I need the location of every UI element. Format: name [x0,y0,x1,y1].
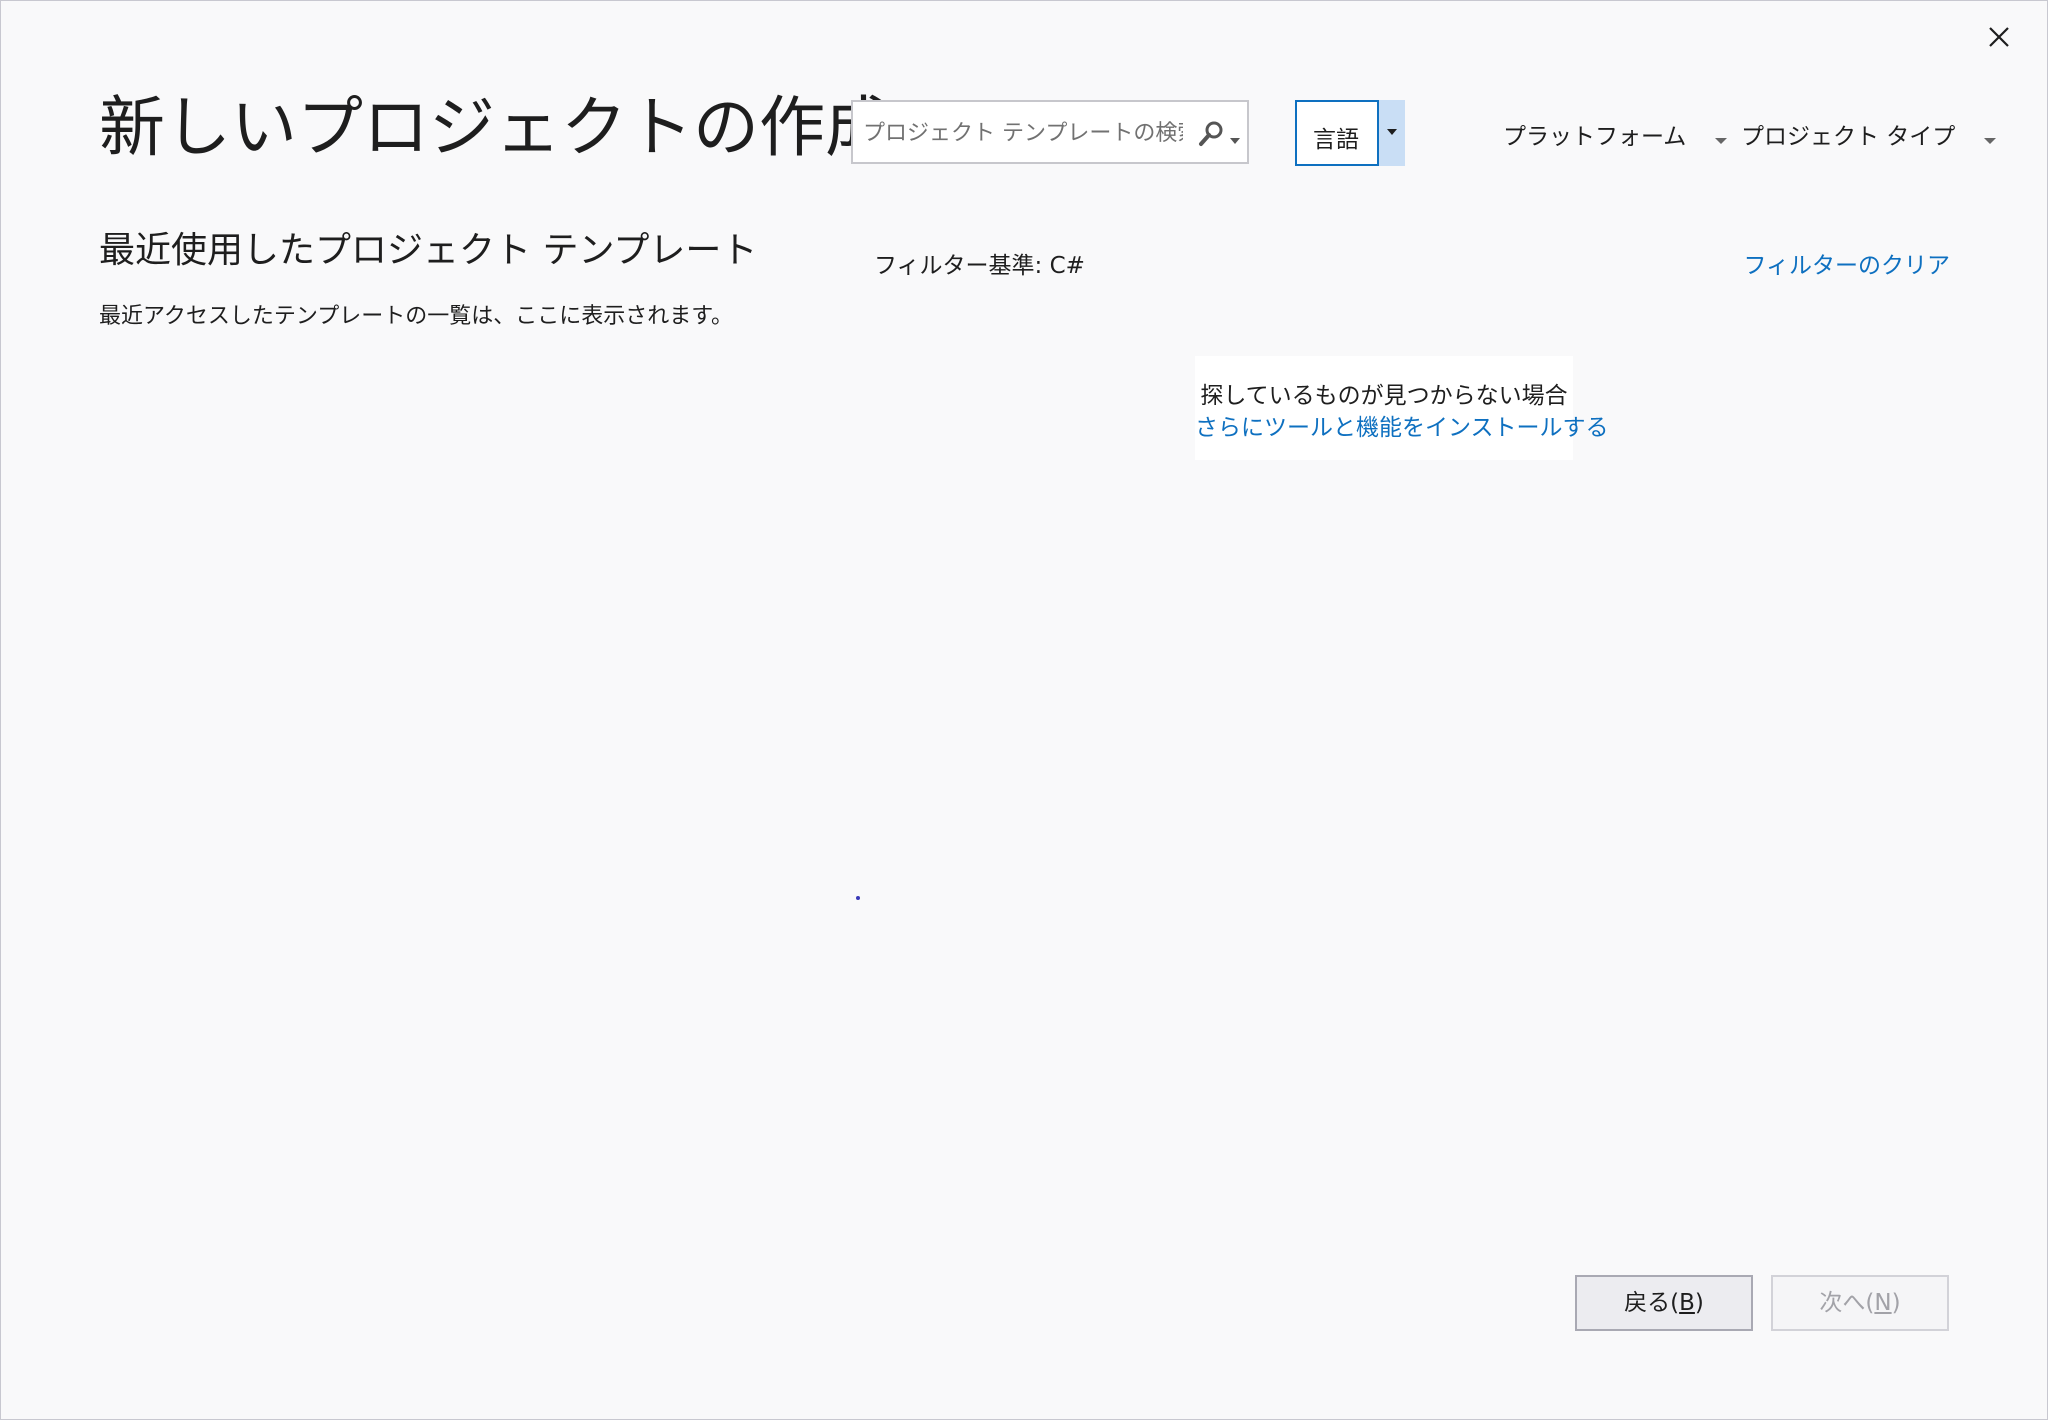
filter-status: フィルター基準: C# [874,253,1085,279]
install-more-tools-link[interactable]: さらにツールと機能をインストールする [1195,408,1609,442]
back-button-label-end: ) [1694,1290,1704,1316]
not-found-text: 探しているものが見つからない場合 [1200,383,1568,409]
chevron-down-icon [1387,129,1397,135]
platform-filter-dropdown[interactable]: プラットフォーム [1503,117,1728,151]
language-dropdown-button[interactable] [1377,100,1405,166]
next-accesskey: N [1874,1290,1892,1316]
chevron-down-icon [1714,125,1728,151]
back-accesskey: B [1679,1290,1695,1316]
chevron-down-icon[interactable] [1229,130,1241,144]
recent-templates-description: 最近アクセスしたテンプレートの一覧は、ここに表示されます。 [99,304,734,329]
new-project-dialog: 新しいプロジェクトの作成 言語 プラットフォーム プロジェクト タイプ 最近使用… [0,0,2048,1420]
clear-filter-link[interactable]: フィルターのクリア [1743,246,1950,280]
not-found-panel: 探しているものが見つからない場合 さらにツールと機能をインストールする [1195,356,1609,460]
close-icon[interactable] [1981,19,2017,55]
page-title: 新しいプロジェクトの作成 [99,89,891,166]
next-button[interactable]: 次へ(N) [1771,1275,1949,1331]
loading-indicator [856,896,860,900]
project-type-filter-label: プロジェクト タイプ [1741,124,1956,150]
chevron-down-icon [1983,125,1997,151]
search-box[interactable] [851,100,1249,164]
platform-filter-label: プラットフォーム [1503,124,1687,150]
next-button-label: 次へ( [1819,1290,1875,1316]
recent-templates-title: 最近使用したプロジェクト テンプレート [99,230,758,271]
back-button-label: 戻る( [1624,1290,1680,1316]
language-filter-label: 言語 [1313,127,1359,153]
language-filter-dropdown[interactable]: 言語 [1295,100,1405,166]
next-button-label-end: ) [1891,1290,1901,1316]
back-button[interactable]: 戻る(B) [1575,1275,1753,1331]
search-icon[interactable] [1197,120,1225,148]
project-type-filter-dropdown[interactable]: プロジェクト タイプ [1741,117,1997,151]
search-input[interactable] [861,112,1185,154]
